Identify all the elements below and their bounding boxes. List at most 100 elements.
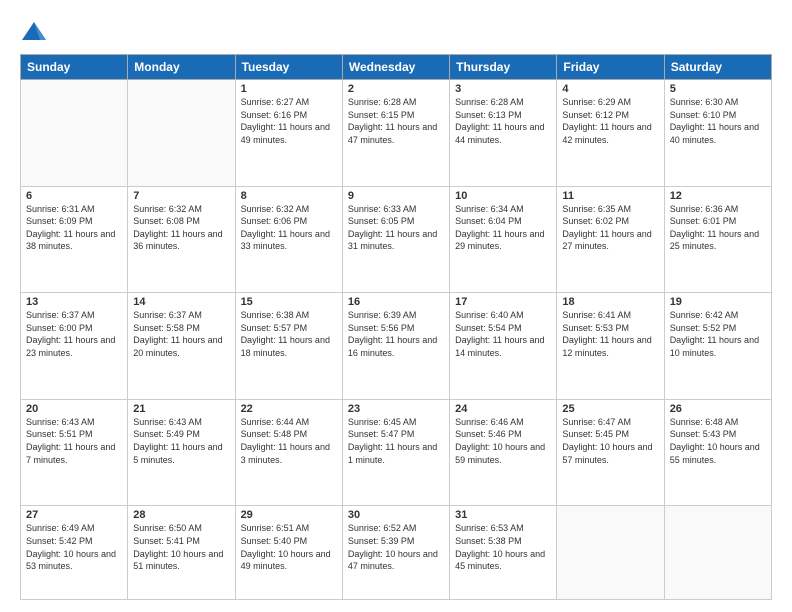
day-info: Sunrise: 6:38 AM Sunset: 5:57 PM Dayligh… <box>241 309 337 359</box>
day-info: Sunrise: 6:52 AM Sunset: 5:39 PM Dayligh… <box>348 522 444 572</box>
day-number: 11 <box>562 190 658 202</box>
calendar-cell: 22Sunrise: 6:44 AM Sunset: 5:48 PM Dayli… <box>235 399 342 506</box>
calendar-table: SundayMondayTuesdayWednesdayThursdayFrid… <box>20 54 772 600</box>
day-number: 31 <box>455 509 551 521</box>
calendar-cell: 16Sunrise: 6:39 AM Sunset: 5:56 PM Dayli… <box>342 293 449 400</box>
calendar-cell: 7Sunrise: 6:32 AM Sunset: 6:08 PM Daylig… <box>128 186 235 293</box>
calendar-cell: 27Sunrise: 6:49 AM Sunset: 5:42 PM Dayli… <box>21 506 128 600</box>
calendar-cell: 18Sunrise: 6:41 AM Sunset: 5:53 PM Dayli… <box>557 293 664 400</box>
calendar-cell: 23Sunrise: 6:45 AM Sunset: 5:47 PM Dayli… <box>342 399 449 506</box>
day-info: Sunrise: 6:43 AM Sunset: 5:51 PM Dayligh… <box>26 416 122 466</box>
day-info: Sunrise: 6:46 AM Sunset: 5:46 PM Dayligh… <box>455 416 551 466</box>
week-row-5: 27Sunrise: 6:49 AM Sunset: 5:42 PM Dayli… <box>21 506 772 600</box>
day-number: 5 <box>670 83 766 95</box>
day-info: Sunrise: 6:39 AM Sunset: 5:56 PM Dayligh… <box>348 309 444 359</box>
day-number: 8 <box>241 190 337 202</box>
calendar-cell: 12Sunrise: 6:36 AM Sunset: 6:01 PM Dayli… <box>664 186 771 293</box>
day-number: 16 <box>348 296 444 308</box>
day-info: Sunrise: 6:28 AM Sunset: 6:15 PM Dayligh… <box>348 96 444 146</box>
day-number: 23 <box>348 403 444 415</box>
calendar-cell: 6Sunrise: 6:31 AM Sunset: 6:09 PM Daylig… <box>21 186 128 293</box>
day-info: Sunrise: 6:30 AM Sunset: 6:10 PM Dayligh… <box>670 96 766 146</box>
calendar-cell: 26Sunrise: 6:48 AM Sunset: 5:43 PM Dayli… <box>664 399 771 506</box>
day-info: Sunrise: 6:45 AM Sunset: 5:47 PM Dayligh… <box>348 416 444 466</box>
day-info: Sunrise: 6:34 AM Sunset: 6:04 PM Dayligh… <box>455 203 551 253</box>
calendar-cell: 13Sunrise: 6:37 AM Sunset: 6:00 PM Dayli… <box>21 293 128 400</box>
week-row-2: 6Sunrise: 6:31 AM Sunset: 6:09 PM Daylig… <box>21 186 772 293</box>
day-number: 14 <box>133 296 229 308</box>
calendar-cell <box>664 506 771 600</box>
day-info: Sunrise: 6:29 AM Sunset: 6:12 PM Dayligh… <box>562 96 658 146</box>
calendar-cell: 2Sunrise: 6:28 AM Sunset: 6:15 PM Daylig… <box>342 80 449 187</box>
day-number: 25 <box>562 403 658 415</box>
day-info: Sunrise: 6:40 AM Sunset: 5:54 PM Dayligh… <box>455 309 551 359</box>
calendar-cell: 1Sunrise: 6:27 AM Sunset: 6:16 PM Daylig… <box>235 80 342 187</box>
day-number: 12 <box>670 190 766 202</box>
calendar-header-row: SundayMondayTuesdayWednesdayThursdayFrid… <box>21 55 772 80</box>
day-number: 29 <box>241 509 337 521</box>
day-info: Sunrise: 6:37 AM Sunset: 5:58 PM Dayligh… <box>133 309 229 359</box>
calendar-weekday-friday: Friday <box>557 55 664 80</box>
calendar-cell: 29Sunrise: 6:51 AM Sunset: 5:40 PM Dayli… <box>235 506 342 600</box>
day-number: 9 <box>348 190 444 202</box>
day-number: 26 <box>670 403 766 415</box>
day-number: 28 <box>133 509 229 521</box>
calendar-cell: 31Sunrise: 6:53 AM Sunset: 5:38 PM Dayli… <box>450 506 557 600</box>
calendar-cell: 19Sunrise: 6:42 AM Sunset: 5:52 PM Dayli… <box>664 293 771 400</box>
day-number: 17 <box>455 296 551 308</box>
day-info: Sunrise: 6:50 AM Sunset: 5:41 PM Dayligh… <box>133 522 229 572</box>
calendar-weekday-saturday: Saturday <box>664 55 771 80</box>
calendar-cell: 14Sunrise: 6:37 AM Sunset: 5:58 PM Dayli… <box>128 293 235 400</box>
day-info: Sunrise: 6:47 AM Sunset: 5:45 PM Dayligh… <box>562 416 658 466</box>
calendar-weekday-tuesday: Tuesday <box>235 55 342 80</box>
day-info: Sunrise: 6:51 AM Sunset: 5:40 PM Dayligh… <box>241 522 337 572</box>
day-number: 15 <box>241 296 337 308</box>
day-info: Sunrise: 6:31 AM Sunset: 6:09 PM Dayligh… <box>26 203 122 253</box>
day-number: 13 <box>26 296 122 308</box>
day-number: 22 <box>241 403 337 415</box>
logo <box>20 18 54 46</box>
header <box>20 18 772 46</box>
calendar-cell: 4Sunrise: 6:29 AM Sunset: 6:12 PM Daylig… <box>557 80 664 187</box>
day-number: 6 <box>26 190 122 202</box>
calendar-cell: 21Sunrise: 6:43 AM Sunset: 5:49 PM Dayli… <box>128 399 235 506</box>
day-info: Sunrise: 6:27 AM Sunset: 6:16 PM Dayligh… <box>241 96 337 146</box>
calendar-cell <box>21 80 128 187</box>
logo-icon <box>20 18 48 46</box>
day-info: Sunrise: 6:36 AM Sunset: 6:01 PM Dayligh… <box>670 203 766 253</box>
day-number: 21 <box>133 403 229 415</box>
day-number: 20 <box>26 403 122 415</box>
day-info: Sunrise: 6:33 AM Sunset: 6:05 PM Dayligh… <box>348 203 444 253</box>
calendar-cell <box>557 506 664 600</box>
calendar-cell: 11Sunrise: 6:35 AM Sunset: 6:02 PM Dayli… <box>557 186 664 293</box>
calendar-cell: 8Sunrise: 6:32 AM Sunset: 6:06 PM Daylig… <box>235 186 342 293</box>
calendar-cell <box>128 80 235 187</box>
day-number: 4 <box>562 83 658 95</box>
day-info: Sunrise: 6:43 AM Sunset: 5:49 PM Dayligh… <box>133 416 229 466</box>
calendar-cell: 3Sunrise: 6:28 AM Sunset: 6:13 PM Daylig… <box>450 80 557 187</box>
calendar-cell: 30Sunrise: 6:52 AM Sunset: 5:39 PM Dayli… <box>342 506 449 600</box>
day-number: 1 <box>241 83 337 95</box>
calendar-weekday-sunday: Sunday <box>21 55 128 80</box>
day-info: Sunrise: 6:37 AM Sunset: 6:00 PM Dayligh… <box>26 309 122 359</box>
day-info: Sunrise: 6:28 AM Sunset: 6:13 PM Dayligh… <box>455 96 551 146</box>
day-number: 18 <box>562 296 658 308</box>
day-info: Sunrise: 6:35 AM Sunset: 6:02 PM Dayligh… <box>562 203 658 253</box>
day-number: 2 <box>348 83 444 95</box>
day-info: Sunrise: 6:48 AM Sunset: 5:43 PM Dayligh… <box>670 416 766 466</box>
page: SundayMondayTuesdayWednesdayThursdayFrid… <box>0 0 792 612</box>
calendar-cell: 24Sunrise: 6:46 AM Sunset: 5:46 PM Dayli… <box>450 399 557 506</box>
calendar-cell: 5Sunrise: 6:30 AM Sunset: 6:10 PM Daylig… <box>664 80 771 187</box>
day-info: Sunrise: 6:42 AM Sunset: 5:52 PM Dayligh… <box>670 309 766 359</box>
week-row-3: 13Sunrise: 6:37 AM Sunset: 6:00 PM Dayli… <box>21 293 772 400</box>
calendar-cell: 9Sunrise: 6:33 AM Sunset: 6:05 PM Daylig… <box>342 186 449 293</box>
calendar-cell: 17Sunrise: 6:40 AM Sunset: 5:54 PM Dayli… <box>450 293 557 400</box>
day-number: 24 <box>455 403 551 415</box>
day-info: Sunrise: 6:53 AM Sunset: 5:38 PM Dayligh… <box>455 522 551 572</box>
week-row-4: 20Sunrise: 6:43 AM Sunset: 5:51 PM Dayli… <box>21 399 772 506</box>
calendar-cell: 28Sunrise: 6:50 AM Sunset: 5:41 PM Dayli… <box>128 506 235 600</box>
day-number: 7 <box>133 190 229 202</box>
calendar-weekday-monday: Monday <box>128 55 235 80</box>
week-row-1: 1Sunrise: 6:27 AM Sunset: 6:16 PM Daylig… <box>21 80 772 187</box>
day-info: Sunrise: 6:41 AM Sunset: 5:53 PM Dayligh… <box>562 309 658 359</box>
